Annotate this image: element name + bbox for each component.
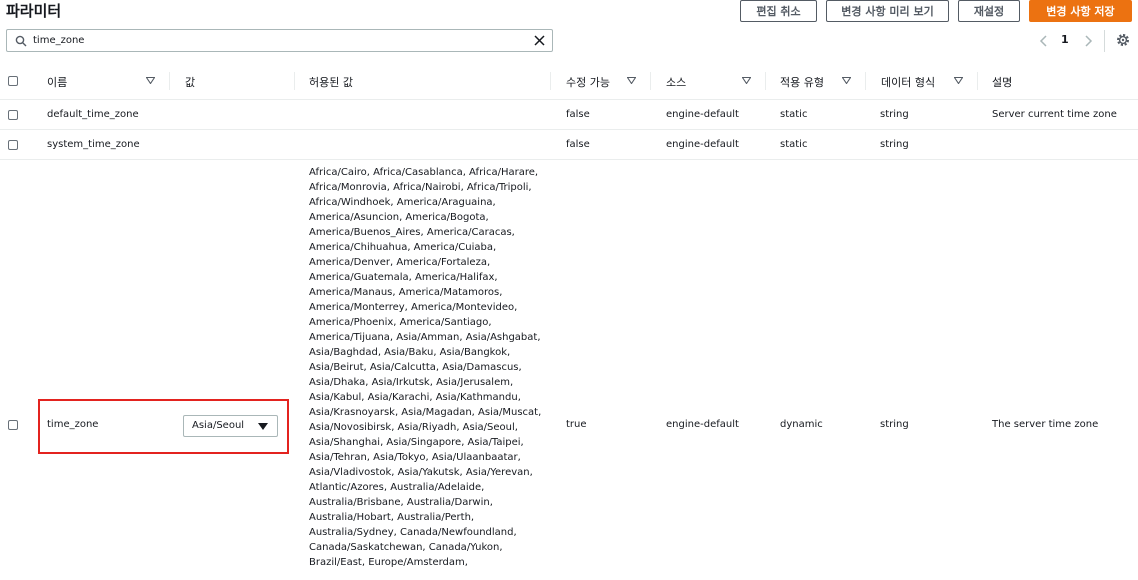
- chevron-right-icon[interactable]: [1081, 31, 1095, 51]
- page-title: 파라미터: [6, 2, 62, 20]
- header-divider: [765, 72, 766, 90]
- clear-icon[interactable]: [534, 35, 545, 46]
- cell-description: The server time zone: [992, 419, 1099, 430]
- cancel-edit-button[interactable]: 편집 취소: [740, 0, 817, 22]
- search-field[interactable]: [6, 29, 553, 52]
- sort-caret-icon[interactable]: [742, 77, 751, 84]
- header-divider: [650, 72, 651, 90]
- select-all-checkbox[interactable]: [8, 76, 18, 86]
- cell-apply-type: static: [780, 139, 808, 150]
- table-row: default_time_zone false engine-default s…: [0, 100, 1138, 130]
- cell-description: Server current time zone: [992, 109, 1117, 120]
- search-input[interactable]: [33, 32, 513, 49]
- cell-data-type: string: [880, 419, 909, 430]
- header-divider: [977, 72, 978, 90]
- cell-modifiable: true: [566, 419, 587, 430]
- save-changes-button[interactable]: 변경 사항 저장: [1029, 0, 1132, 22]
- header-divider: [169, 72, 170, 90]
- header-data-type[interactable]: 데이터 형식: [881, 74, 935, 90]
- sort-caret-icon[interactable]: [954, 77, 963, 84]
- cell-apply-type: static: [780, 109, 808, 120]
- header-modifiable[interactable]: 수정 가능: [566, 74, 610, 90]
- search-icon: [15, 35, 27, 47]
- cell-data-type: string: [880, 139, 909, 150]
- row-checkbox[interactable]: [8, 140, 18, 150]
- cell-source: engine-default: [666, 419, 739, 430]
- header-allowed-values: 허용된 값: [309, 76, 353, 89]
- sort-caret-icon[interactable]: [842, 77, 851, 84]
- current-page-number[interactable]: 1: [1061, 33, 1069, 46]
- settings-icon[interactable]: [1115, 32, 1131, 48]
- cell-data-type: string: [880, 109, 909, 120]
- table-header: 이름 값 허용된 값 수정 가능 소스 적용 유형 데이터 형식 설명: [0, 62, 1138, 100]
- highlight-box: [38, 399, 289, 454]
- reset-button[interactable]: 재설정: [958, 0, 1020, 22]
- sort-caret-icon[interactable]: [627, 77, 636, 84]
- header-divider: [865, 72, 866, 90]
- cell-name: system_time_zone: [47, 139, 140, 150]
- cell-modifiable: false: [566, 139, 590, 150]
- chevron-left-icon[interactable]: [1037, 31, 1051, 51]
- header-value: 값: [185, 76, 196, 89]
- row-checkbox[interactable]: [8, 420, 18, 430]
- header-source[interactable]: 소스: [666, 74, 686, 90]
- sort-caret-icon[interactable]: [146, 77, 155, 84]
- cell-modifiable: false: [566, 109, 590, 120]
- row-checkbox[interactable]: [8, 110, 18, 120]
- cell-name: default_time_zone: [47, 109, 139, 120]
- header-divider: [294, 72, 295, 90]
- table-row: time_zone true engine-default dynamic st…: [0, 160, 1138, 580]
- cell-source: engine-default: [666, 139, 739, 150]
- header-description: 설명: [992, 76, 1013, 89]
- table-row: system_time_zone false engine-default st…: [0, 130, 1138, 160]
- preview-changes-button[interactable]: 변경 사항 미리 보기: [826, 0, 949, 22]
- header-apply-type[interactable]: 적용 유형: [780, 74, 824, 90]
- cell-allowed-values: Africa/Cairo, Africa/Casablanca, Africa/…: [309, 167, 542, 568]
- cell-source: engine-default: [666, 109, 739, 120]
- header-divider: [550, 72, 551, 90]
- header-name[interactable]: 이름: [47, 74, 67, 90]
- cell-apply-type: dynamic: [780, 419, 823, 430]
- pager-divider: [1104, 30, 1105, 52]
